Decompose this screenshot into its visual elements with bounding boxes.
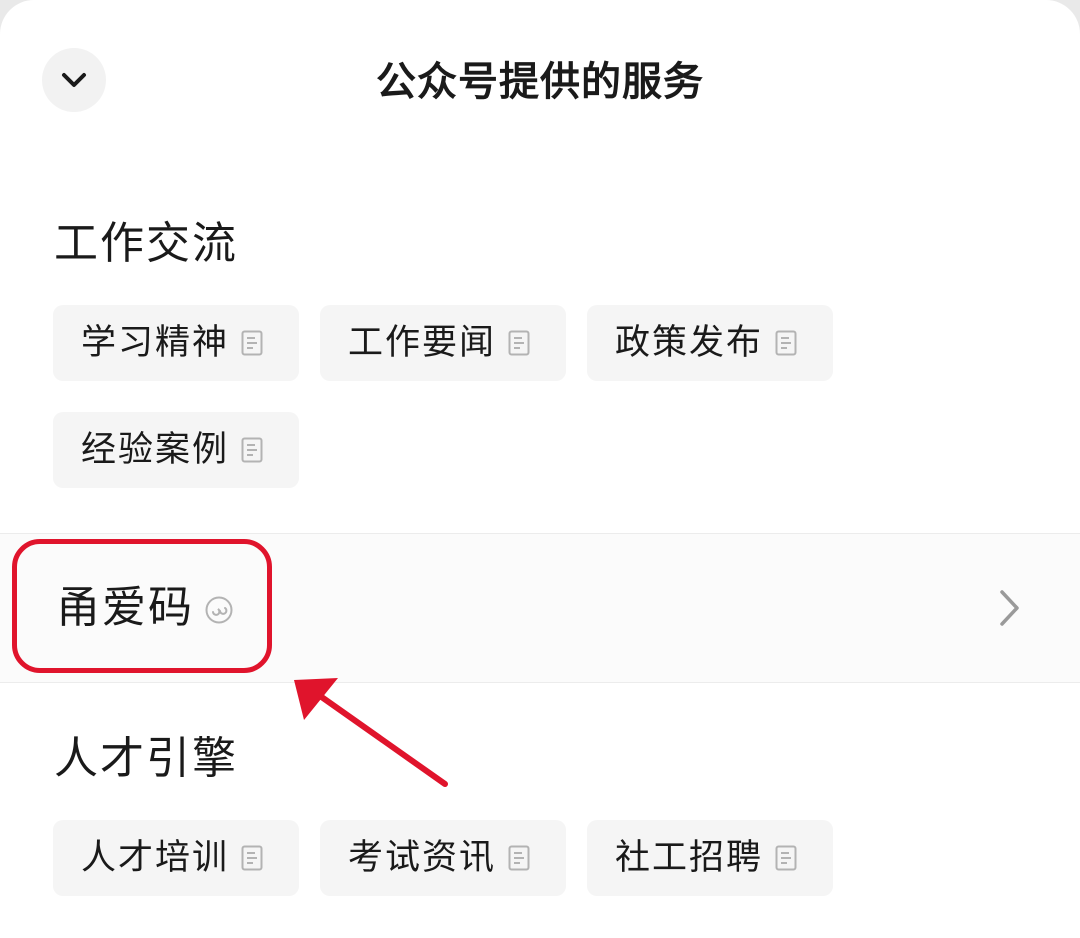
article-doc-icon: [508, 330, 530, 356]
service-sheet: 公众号提供的服务 工作交流 学习精神 工作要闻 政策发布 经验案例 甬爱码 人才…: [0, 0, 1080, 938]
chip-policy-release[interactable]: 政策发布: [587, 305, 833, 381]
chip-study-spirit[interactable]: 学习精神: [53, 305, 299, 381]
article-doc-icon: [241, 437, 263, 463]
chip-label: 考试资讯: [348, 838, 497, 878]
article-doc-icon: [508, 845, 530, 871]
chip-label: 政策发布: [615, 323, 764, 363]
annotation-arrow-icon: [294, 678, 448, 787]
annotation-highlight-box: [12, 539, 272, 673]
chip-talent-training[interactable]: 人才培训: [53, 820, 299, 896]
chevron-right-icon: [996, 588, 1022, 632]
chip-work-news[interactable]: 工作要闻: [320, 305, 566, 381]
section-title-work: 工作交流: [54, 218, 238, 269]
section-title-talent: 人才引擎: [54, 733, 238, 784]
article-doc-icon: [775, 330, 797, 356]
chip-social-work-recruitment[interactable]: 社工招聘: [587, 820, 833, 896]
chip-experience-cases[interactable]: 经验案例: [53, 412, 299, 488]
article-doc-icon: [241, 845, 263, 871]
chip-label: 学习精神: [81, 323, 230, 363]
chip-label: 经验案例: [81, 430, 230, 470]
chip-label: 工作要闻: [348, 323, 497, 363]
chip-label: 人才培训: [81, 838, 230, 878]
page-title: 公众号提供的服务: [376, 59, 704, 105]
article-doc-icon: [241, 330, 263, 356]
chip-exam-info[interactable]: 考试资讯: [320, 820, 566, 896]
article-doc-icon: [775, 845, 797, 871]
chip-label: 社工招聘: [615, 838, 764, 878]
